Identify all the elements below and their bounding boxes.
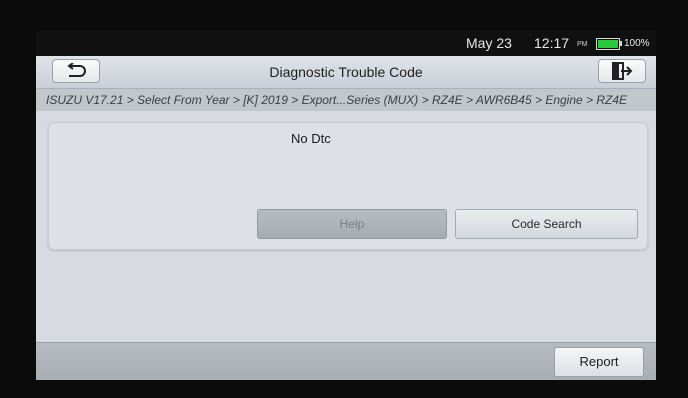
title-bar: Diagnostic Trouble Code	[36, 56, 656, 89]
status-time: 12:17	[534, 35, 570, 51]
breadcrumb: ISUZU V17.21 > Select From Year > [K] 20…	[36, 89, 656, 111]
page-title: Diagnostic Trouble Code	[269, 64, 423, 80]
exit-button[interactable]	[598, 59, 646, 83]
status-bar: May 23 12:17 PM 100%	[36, 30, 656, 56]
status-date: May 23	[466, 35, 512, 51]
dtc-result-panel: No Dtc Help Code Search	[48, 122, 648, 250]
report-button[interactable]: Report	[554, 347, 644, 377]
dtc-message: No Dtc	[291, 131, 331, 146]
status-ampm: PM	[577, 41, 588, 48]
exit-icon	[612, 62, 633, 80]
help-button[interactable]: Help	[257, 209, 447, 239]
battery-icon	[596, 38, 620, 50]
battery-level	[598, 40, 618, 48]
bottom-bar: Report	[36, 342, 656, 380]
battery-cap	[620, 41, 622, 46]
code-search-button[interactable]: Code Search	[455, 209, 638, 239]
device-screen: May 23 12:17 PM 100% Diagnostic Trouble …	[36, 30, 656, 380]
battery-percent: 100%	[624, 38, 650, 49]
